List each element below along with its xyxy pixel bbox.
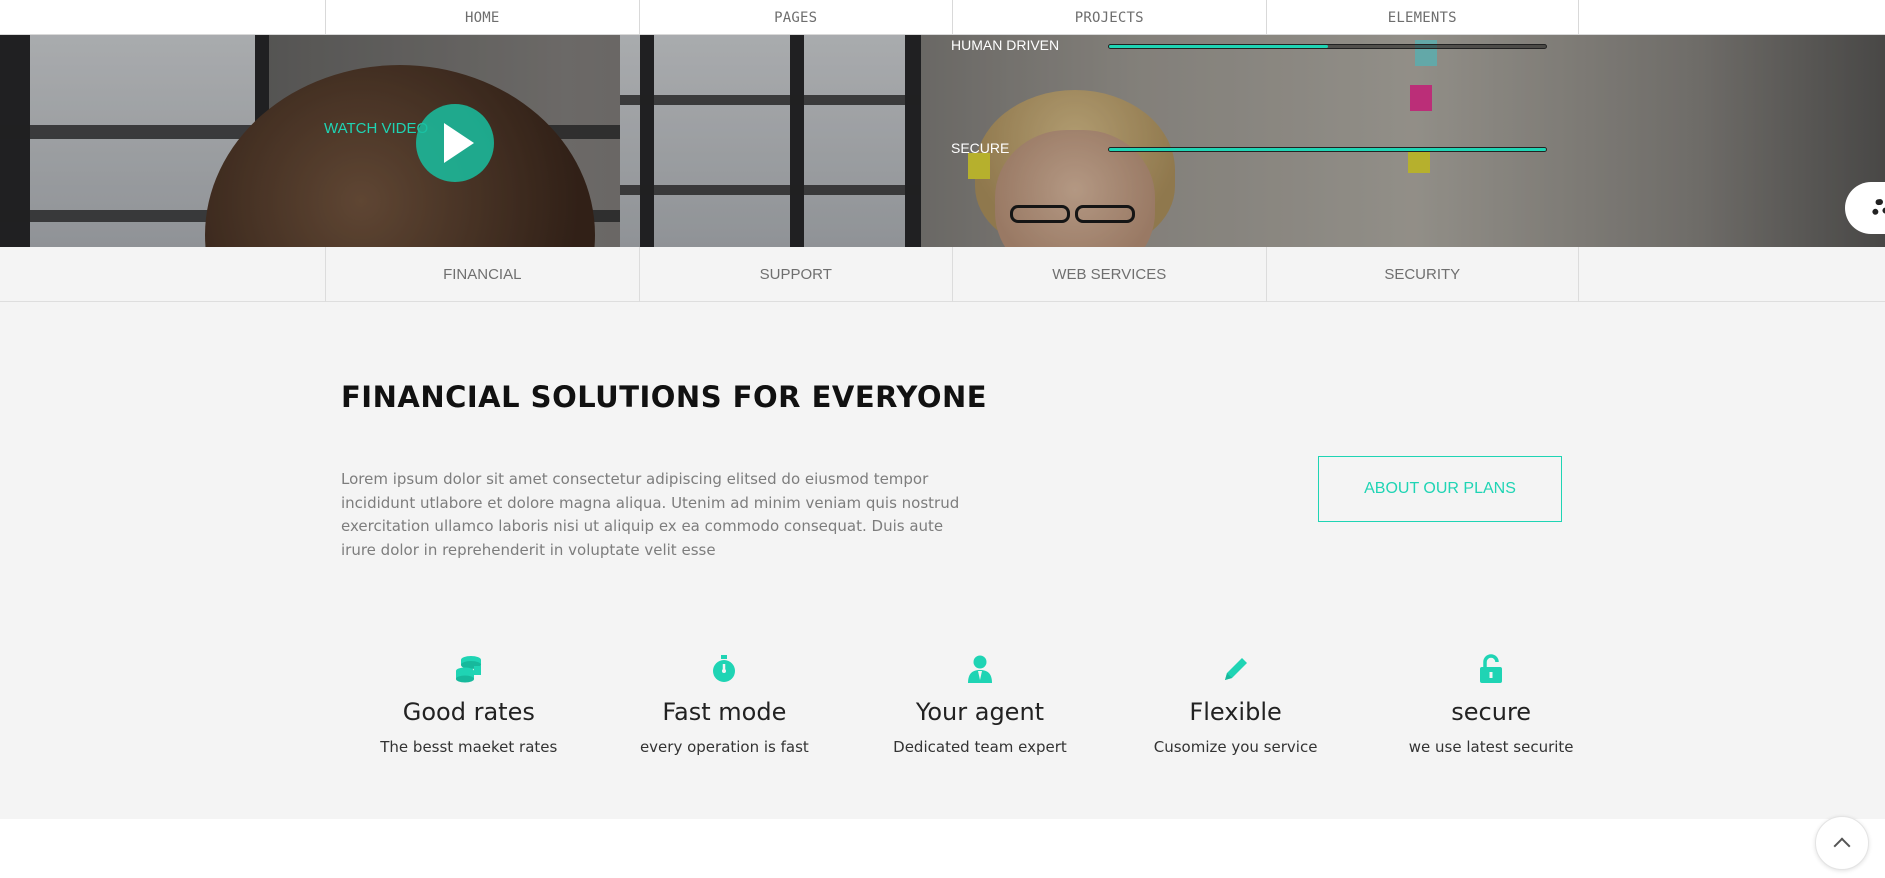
skill-track: [1108, 44, 1547, 49]
top-navigation: HOME PAGES PROJECTS ELEMENTS: [0, 0, 1885, 35]
skill-fill: [1109, 45, 1328, 48]
chevron-up-icon: [1833, 837, 1851, 855]
category-navigation: FINANCIAL SUPPORT WEB SERVICES SECURITY: [0, 247, 1885, 302]
feature-subtitle: every operation is fast: [639, 738, 809, 756]
watch-video[interactable]: WATCH VIDEO: [324, 104, 494, 182]
skill-bar-secure: SECURE: [951, 138, 1547, 157]
stopwatch-icon: [709, 654, 739, 684]
tab-financial[interactable]: FINANCIAL: [325, 247, 639, 302]
tab-security[interactable]: SECURITY: [1265, 247, 1579, 302]
nav-item-pages[interactable]: PAGES: [638, 0, 953, 35]
watch-video-label[interactable]: WATCH VIDEO: [324, 120, 428, 137]
scroll-to-top-button[interactable]: [1815, 816, 1869, 870]
skill-track: [1108, 147, 1547, 152]
skill-bar-human-driven: HUMAN DRIVEN: [951, 35, 1547, 54]
feature-title: Fast mode: [662, 698, 787, 726]
hero-overlay: [0, 35, 1885, 247]
feature-item: Good rates The besst maeket rates: [341, 654, 597, 764]
play-button[interactable]: [416, 104, 494, 182]
tab-web-services[interactable]: WEB SERVICES: [952, 247, 1266, 302]
main-section: FINANCIAL SOLUTIONS FOR EVERYONE Lorem i…: [0, 302, 1885, 819]
feature-subtitle: Cusomize you service: [1153, 738, 1318, 756]
pencil-icon: [1221, 654, 1251, 684]
play-icon: [444, 123, 474, 163]
user-icon: [965, 654, 995, 684]
feature-title: Flexible: [1189, 698, 1282, 726]
gear-icon: [1871, 199, 1885, 217]
feature-title: secure: [1451, 698, 1532, 726]
feature-item: secure we use latest securite: [1363, 654, 1619, 764]
top-nav-items: HOME PAGES PROJECTS ELEMENTS: [325, 0, 1579, 35]
page-title: FINANCIAL SOLUTIONS FOR EVERYONE: [341, 380, 988, 414]
nav-item-elements[interactable]: ELEMENTS: [1265, 0, 1579, 35]
skill-label: SECURE: [951, 140, 1010, 156]
section-description: Lorem ipsum dolor sit amet consectetur a…: [341, 470, 960, 559]
skill-fill: [1109, 148, 1546, 151]
feature-item: Your agent Dedicated team expert: [852, 654, 1108, 764]
nav-item-projects[interactable]: PROJECTS: [952, 0, 1266, 35]
feature-subtitle: The besst maeket rates: [380, 738, 558, 756]
feature-subtitle: we use latest securite: [1408, 738, 1574, 756]
coins-icon: [454, 654, 484, 684]
feature-title: Your agent: [915, 698, 1045, 726]
nav-item-home[interactable]: HOME: [325, 0, 639, 35]
features-row: Good rates The besst maeket rates Fast m…: [341, 654, 1619, 764]
skill-label: HUMAN DRIVEN: [951, 37, 1060, 53]
tab-support[interactable]: SUPPORT: [638, 247, 953, 302]
category-items: FINANCIAL SUPPORT WEB SERVICES SECURITY: [325, 247, 1579, 302]
feature-item: Flexible Cusomize you service: [1108, 654, 1364, 764]
hero-banner: WATCH VIDEO HUMAN DRIVEN SECURE: [0, 35, 1885, 247]
feature-item: Fast mode every operation is fast: [597, 654, 853, 764]
feature-title: Good rates: [402, 698, 535, 726]
about-our-plans-button[interactable]: ABOUT OUR PLANS: [1318, 456, 1562, 522]
feature-subtitle: Dedicated team expert: [893, 738, 1067, 756]
unlock-icon: [1476, 654, 1506, 684]
